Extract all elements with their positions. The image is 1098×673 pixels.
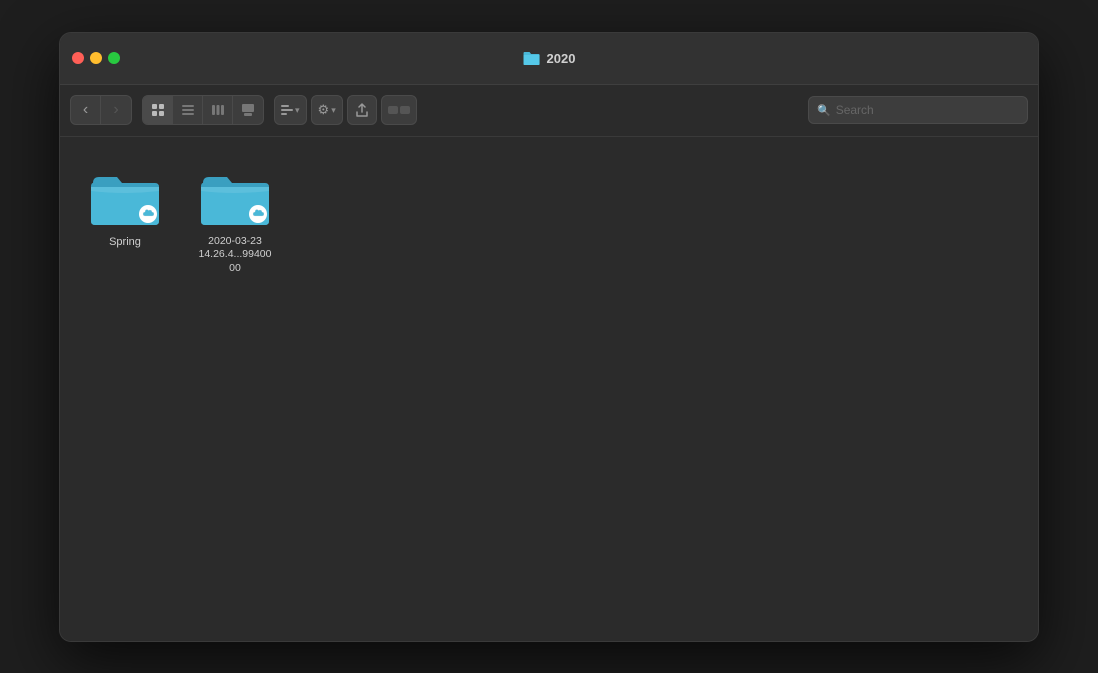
forward-button[interactable]: › (101, 96, 131, 124)
traffic-lights (72, 52, 120, 64)
search-bar[interactable]: 🔍 (808, 96, 1028, 124)
file-name-spring: Spring (109, 235, 141, 249)
share-icon (356, 103, 368, 117)
group-by-dropdown-icon: ▾ (295, 105, 300, 116)
file-content-area: Spring 2020-03-23 14.26.4... (60, 137, 1038, 641)
file-grid: Spring 2020-03-23 14.26.4... (80, 161, 1018, 282)
cloud-badge-spring (139, 205, 157, 223)
title-folder-icon (523, 50, 541, 66)
group-by-icon (281, 104, 293, 116)
maximize-button[interactable] (108, 52, 120, 64)
folder-icon-dated (199, 167, 271, 227)
share-button[interactable] (347, 95, 377, 125)
icon-view-icon (151, 103, 165, 117)
icon-view-button[interactable] (143, 96, 173, 124)
column-view-icon (211, 103, 225, 117)
list-item[interactable]: Spring (80, 161, 170, 282)
search-input[interactable] (836, 103, 1019, 117)
gear-icon: ⚙ (318, 102, 330, 118)
settings-dropdown-icon: ▾ (331, 105, 336, 116)
list-view-button[interactable] (173, 96, 203, 124)
nav-button-group: ‹ › (70, 95, 132, 125)
tag-button[interactable] (381, 95, 417, 125)
search-icon: 🔍 (817, 104, 831, 117)
group-by-button[interactable]: ▾ (274, 95, 307, 125)
cover-view-icon (241, 103, 255, 117)
list-item[interactable]: 2020-03-23 14.26.4...9940000 (190, 161, 280, 282)
back-arrow-icon: ‹ (83, 102, 88, 118)
minimize-button[interactable] (90, 52, 102, 64)
file-name-dated: 2020-03-23 14.26.4...9940000 (196, 235, 274, 276)
window-title: 2020 (547, 51, 576, 66)
cover-view-button[interactable] (233, 96, 263, 124)
finder-window: 2020 ‹ › (59, 32, 1039, 642)
back-button[interactable]: ‹ (71, 96, 101, 124)
tag-icon (388, 104, 410, 116)
view-button-group (142, 95, 264, 125)
window-title-area: 2020 (523, 50, 576, 66)
forward-arrow-icon: › (113, 102, 118, 118)
titlebar: 2020 (60, 33, 1038, 85)
toolbar: ‹ › (60, 85, 1038, 137)
settings-button[interactable]: ⚙ ▾ (311, 95, 343, 125)
folder-icon-spring (89, 167, 161, 227)
column-view-button[interactable] (203, 96, 233, 124)
list-view-icon (181, 103, 195, 117)
close-button[interactable] (72, 52, 84, 64)
cloud-badge-dated (249, 205, 267, 223)
